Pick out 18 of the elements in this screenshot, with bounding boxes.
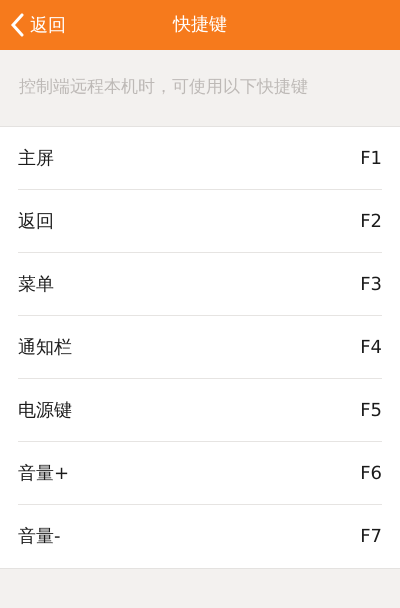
- shortcut-key: F5: [360, 396, 382, 424]
- shortcut-key: F4: [360, 334, 382, 360]
- shortcut-name: 菜单: [18, 272, 54, 296]
- shortcut-name: 音量-: [18, 525, 60, 549]
- shortcut-name: 电源键: [18, 398, 72, 422]
- shortcut-key: F7: [360, 523, 382, 550]
- shortcut-name: 返回: [18, 210, 54, 234]
- shortcut-key: F2: [360, 208, 382, 234]
- hint-text: 控制端远程本机时，可使用以下快捷键: [19, 76, 308, 100]
- page-title: 快捷键: [173, 13, 227, 37]
- shortcut-key: F1: [360, 144, 382, 172]
- shortcut-name: 音量+: [18, 462, 70, 486]
- back-button[interactable]: 返回: [0, 0, 72, 50]
- shortcut-name: 主屏: [18, 146, 54, 170]
- back-icon: [10, 13, 24, 37]
- shortcut-key: F3: [360, 270, 382, 298]
- shortcut-key: F6: [360, 460, 382, 486]
- shortcut-name: 通知栏: [18, 336, 72, 360]
